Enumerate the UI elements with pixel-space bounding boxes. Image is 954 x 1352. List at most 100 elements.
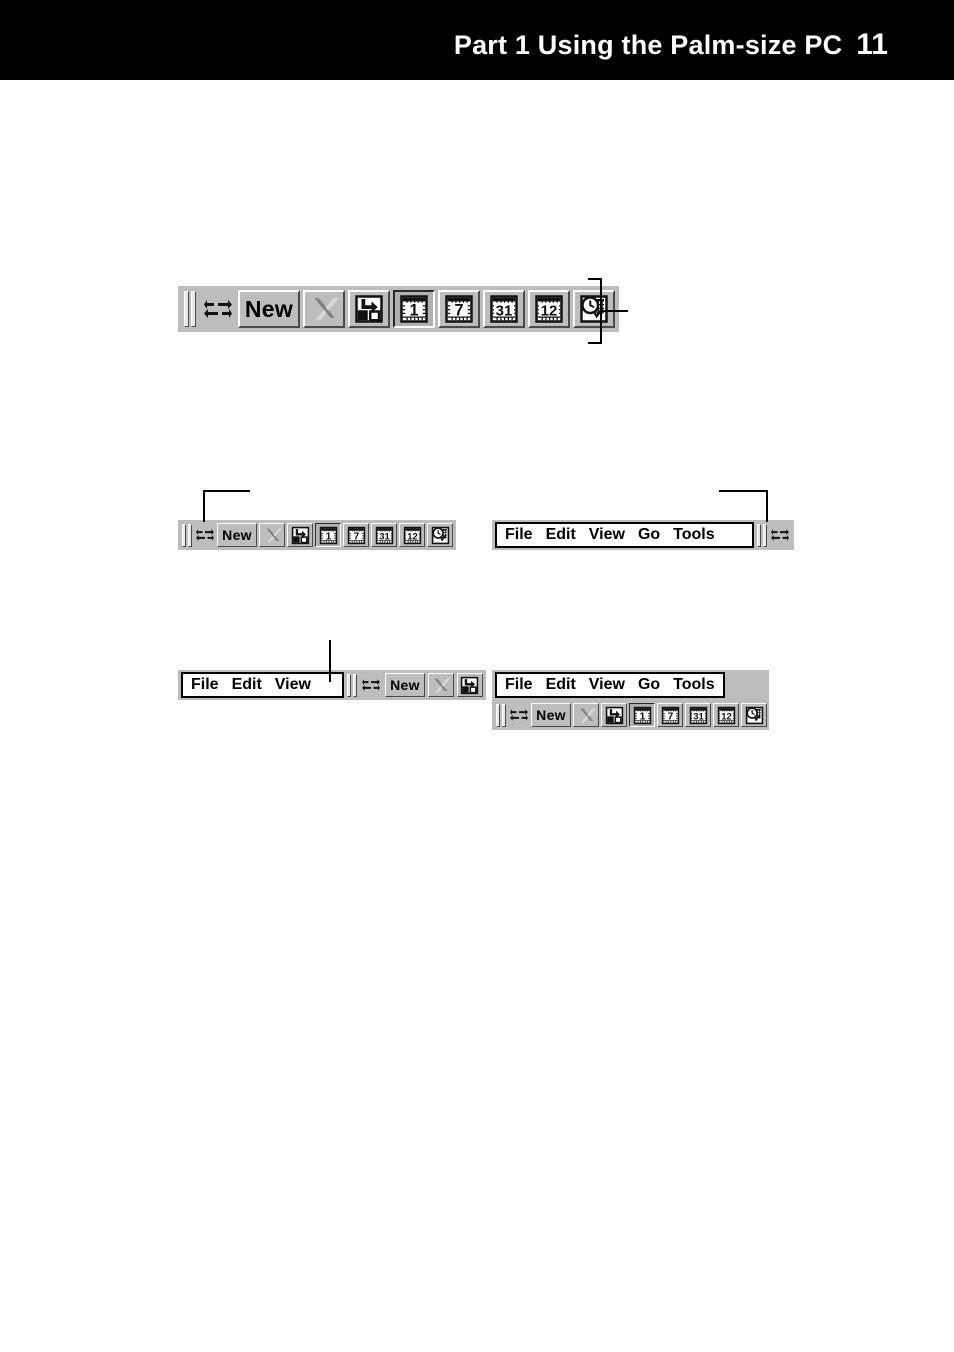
- page-number: 11: [856, 28, 888, 61]
- month-view-button[interactable]: 31: [371, 523, 397, 547]
- clock-agenda-icon: [745, 706, 763, 724]
- gripper-handle[interactable]: [756, 523, 768, 547]
- delete-button[interactable]: [259, 523, 285, 547]
- new-button-label: New: [244, 295, 294, 322]
- figure-3-left-callout-stem: [329, 640, 331, 682]
- year-view-button[interactable]: 12: [528, 290, 570, 328]
- delete-button[interactable]: [303, 290, 345, 328]
- switch-arrows-icon: [362, 679, 381, 691]
- week-view-icon: 7: [347, 526, 365, 544]
- figure-1-callout-bracket: [588, 278, 602, 344]
- switch-arrows-icon: [195, 529, 214, 541]
- day-view-button[interactable]: 1: [393, 290, 435, 328]
- clock-agenda-icon: [431, 526, 449, 544]
- day-view-button[interactable]: 1: [629, 703, 655, 727]
- menu-item-file[interactable]: File: [505, 526, 533, 544]
- menu-item-go[interactable]: Go: [638, 676, 660, 694]
- short-menu-bar[interactable]: File Edit View: [181, 672, 344, 698]
- calendar-command-bar-compact[interactable]: New 1 7 31 12: [492, 700, 769, 730]
- new-button[interactable]: New: [384, 673, 425, 697]
- menu-bar-trailing-group: [756, 522, 791, 548]
- month-view-button[interactable]: 31: [685, 703, 711, 727]
- gripper-handle[interactable]: [495, 703, 506, 727]
- delete-x-icon: [314, 297, 339, 321]
- week-view-icon: 7: [661, 706, 679, 724]
- menu-item-view[interactable]: View: [275, 676, 311, 694]
- figure-1-callout-leader: [602, 310, 628, 312]
- new-button[interactable]: New: [238, 290, 300, 328]
- figure-2-left-callout-arm: [203, 490, 250, 492]
- calendar-command-bar-compact[interactable]: New 1 7 31 12: [178, 520, 456, 550]
- switch-arrows-icon-button[interactable]: [361, 673, 382, 697]
- svg-text:12: 12: [407, 531, 418, 542]
- main-menu-bar[interactable]: File Edit View Go Tools: [495, 522, 754, 548]
- agenda-button[interactable]: [427, 523, 453, 547]
- new-button[interactable]: New: [217, 523, 257, 547]
- menu-item-edit[interactable]: Edit: [546, 676, 576, 694]
- new-button[interactable]: New: [531, 703, 571, 727]
- figure-2-right-callout-stem: [766, 490, 768, 522]
- week-view-button[interactable]: 7: [438, 290, 480, 328]
- svg-text:31: 31: [693, 711, 704, 722]
- day-view-icon: 1: [633, 706, 651, 724]
- day-view-icon: 1: [319, 526, 337, 544]
- gripper-handle[interactable]: [181, 523, 192, 547]
- week-view-button[interactable]: 7: [657, 703, 683, 727]
- month-view-label: 31: [496, 302, 513, 319]
- new-button-label: New: [222, 527, 252, 543]
- gripper-handle[interactable]: [346, 673, 358, 697]
- day-view-label: 1: [409, 301, 418, 319]
- calendar-command-bar[interactable]: New 1 7 31 12: [178, 286, 619, 332]
- day-view-button[interactable]: 1: [315, 523, 341, 547]
- delete-button[interactable]: [427, 673, 454, 697]
- week-view-button[interactable]: 7: [343, 523, 369, 547]
- switch-arrows-icon-button[interactable]: [201, 290, 235, 328]
- menu-item-file[interactable]: File: [191, 676, 219, 694]
- menu-item-file[interactable]: File: [505, 676, 533, 694]
- goto-button[interactable]: [287, 523, 313, 547]
- goto-shortcut-icon: [291, 526, 309, 544]
- main-menu-bar[interactable]: File Edit View Go Tools: [495, 672, 725, 698]
- year-view-button[interactable]: 12: [399, 523, 425, 547]
- delete-button[interactable]: [573, 703, 599, 727]
- goto-shortcut-icon: [355, 295, 383, 323]
- goto-button[interactable]: [348, 290, 390, 328]
- month-view-icon: 31: [375, 526, 393, 544]
- delete-x-icon: [579, 707, 596, 723]
- year-view-icon: 12: [535, 295, 563, 323]
- goto-button[interactable]: [456, 673, 483, 697]
- page-running-header: Part 1 Using the Palm-size PC 11: [0, 0, 954, 80]
- month-view-button[interactable]: 31: [483, 290, 525, 328]
- agenda-button[interactable]: [741, 703, 767, 727]
- switch-arrows-icon-button[interactable]: [194, 523, 215, 547]
- month-view-icon: 31: [689, 706, 707, 724]
- goto-shortcut-icon: [461, 676, 479, 694]
- svg-text:12: 12: [721, 711, 732, 722]
- menu-item-tools[interactable]: Tools: [673, 526, 714, 544]
- new-button-label: New: [390, 677, 420, 693]
- menu-item-view[interactable]: View: [589, 526, 625, 544]
- switch-arrows-icon: [771, 529, 790, 541]
- day-view-icon: 1: [400, 295, 428, 323]
- goto-shortcut-icon: [605, 706, 623, 724]
- new-button-label: New: [536, 707, 566, 723]
- switch-arrows-icon: [509, 709, 528, 721]
- menu-item-edit[interactable]: Edit: [546, 526, 576, 544]
- week-view-icon: 7: [445, 295, 473, 323]
- switch-arrows-icon-button[interactable]: [508, 703, 529, 727]
- svg-text:7: 7: [667, 711, 673, 722]
- gripper-handle[interactable]: [182, 290, 198, 328]
- menu-item-edit[interactable]: Edit: [232, 676, 262, 694]
- switch-arrows-icon-button[interactable]: [770, 523, 791, 547]
- stacked-menu-row: File Edit View Go Tools: [492, 670, 769, 700]
- menu-item-tools[interactable]: Tools: [673, 676, 714, 694]
- year-view-button[interactable]: 12: [713, 703, 739, 727]
- menu-item-go[interactable]: Go: [638, 526, 660, 544]
- goto-button[interactable]: [601, 703, 627, 727]
- delete-x-icon: [265, 527, 282, 543]
- svg-text:7: 7: [353, 531, 359, 542]
- menu-item-view[interactable]: View: [589, 676, 625, 694]
- page-title: Part 1 Using the Palm-size PC: [453, 30, 843, 60]
- week-view-label: 7: [454, 301, 463, 319]
- delete-x-icon: [434, 677, 451, 693]
